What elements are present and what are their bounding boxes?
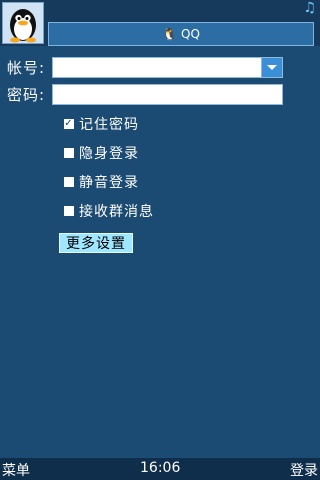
option-label: 记住密码 [79, 117, 139, 133]
music-note-icon: ♫ [303, 0, 316, 16]
account-dropdown-button[interactable] [261, 58, 282, 77]
title-tab: 🐧 QQ [48, 22, 314, 46]
invisible-login-option[interactable]: 隐身登录 [64, 143, 139, 163]
option-label: 接收群消息 [79, 204, 154, 220]
password-field[interactable] [52, 84, 283, 105]
account-label: 帐号: [7, 59, 46, 77]
remember-password-option[interactable]: ✓ 记住密码 [64, 114, 139, 134]
menu-softkey[interactable]: 菜单 [2, 460, 30, 480]
login-softkey[interactable]: 登录 [290, 460, 318, 480]
avatar[interactable] [2, 2, 44, 44]
qq-penguin-avatar-icon [10, 9, 36, 43]
page-title: QQ [181, 27, 200, 41]
receive-group-messages-option[interactable]: 接收群消息 [64, 201, 154, 221]
chevron-down-icon [267, 65, 277, 70]
more-settings-button[interactable]: 更多设置 [59, 233, 133, 253]
password-label: 密码: [7, 86, 46, 104]
checkbox[interactable] [64, 177, 74, 187]
checkbox[interactable] [64, 206, 74, 216]
option-label: 静音登录 [79, 175, 139, 191]
silent-login-option[interactable]: 静音登录 [64, 172, 139, 192]
checkbox[interactable]: ✓ [64, 119, 74, 129]
softkey-bar: 菜单 16:06 登录 [0, 458, 320, 480]
checkbox[interactable] [64, 148, 74, 158]
qq-penguin-icon: 🐧 [162, 27, 178, 41]
top-bar: ♫ 🐧 QQ [0, 0, 320, 46]
account-field[interactable] [52, 57, 283, 78]
option-label: 隐身登录 [79, 146, 139, 162]
clock: 16:06 [140, 460, 181, 476]
